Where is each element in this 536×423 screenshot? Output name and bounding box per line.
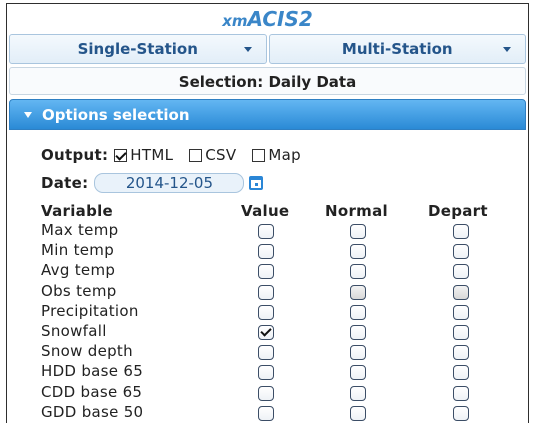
header-normal: Normal <box>325 202 388 220</box>
single-station-menu[interactable]: Single-Station <box>9 34 267 64</box>
header-value: Value <box>241 202 290 220</box>
triangle-down-icon <box>24 111 32 118</box>
options-header-label: Options selection <box>42 106 190 124</box>
table-row: Obs temp <box>41 282 528 302</box>
csv-checkbox[interactable] <box>189 148 203 162</box>
normal-checkbox[interactable] <box>350 224 366 239</box>
output-option-html: HTML <box>114 146 173 164</box>
header-depart: Depart <box>428 202 488 220</box>
table-row: Snowfall <box>41 322 528 342</box>
map-label: Map <box>268 146 301 164</box>
variable-name: HDD base 65 <box>41 362 144 381</box>
table-row: CDD base 65 <box>41 383 528 403</box>
variable-table: Variable Value Normal Depart Max temp Min… <box>41 202 528 423</box>
depart-checkbox[interactable] <box>453 264 469 280</box>
output-label: Output: <box>41 146 109 164</box>
depart-checkbox[interactable] <box>453 284 469 300</box>
variable-name: Avg temp <box>41 261 116 280</box>
value-checkbox[interactable] <box>258 224 274 239</box>
chevron-down-icon <box>243 47 252 52</box>
depart-checkbox[interactable] <box>453 365 469 381</box>
depart-checkbox[interactable] <box>453 244 469 260</box>
map-checkbox[interactable] <box>252 148 266 162</box>
variable-name: CDD base 65 <box>41 382 143 401</box>
table-row: HDD base 65 <box>41 362 528 382</box>
value-checkbox[interactable] <box>258 345 274 361</box>
normal-checkbox[interactable] <box>350 324 366 340</box>
value-checkbox[interactable] <box>258 264 274 280</box>
options-panel: Output: HTML CSV Map Date: Variable Valu… <box>7 130 528 423</box>
normal-checkbox[interactable] <box>350 405 366 421</box>
value-checkbox[interactable] <box>258 324 274 340</box>
app-title-main: ACIS2 <box>247 7 313 31</box>
variable-name: GDD base 50 <box>41 402 144 421</box>
single-station-label: Single-Station <box>77 40 198 58</box>
value-checkbox[interactable] <box>258 365 274 381</box>
normal-checkbox[interactable] <box>350 244 366 260</box>
variable-name: Precipitation <box>41 301 139 320</box>
variable-name: Obs temp <box>41 281 117 300</box>
depart-checkbox[interactable] <box>453 324 469 340</box>
calendar-icon[interactable] <box>249 176 264 190</box>
table-header-row: Variable Value Normal Depart <box>41 202 528 221</box>
depart-checkbox[interactable] <box>453 304 469 320</box>
normal-checkbox[interactable] <box>350 304 366 320</box>
station-nav: Single-Station Multi-Station <box>9 34 526 64</box>
value-checkbox[interactable] <box>258 304 274 320</box>
selection-label: Selection: Daily Data <box>9 67 526 95</box>
app-title-prefix: xm <box>222 12 248 30</box>
depart-checkbox[interactable] <box>453 405 469 421</box>
html-label: HTML <box>130 146 174 164</box>
normal-checkbox[interactable] <box>350 264 366 280</box>
normal-checkbox[interactable] <box>350 385 366 401</box>
date-row: Date: <box>41 170 528 196</box>
value-checkbox[interactable] <box>258 284 274 300</box>
multi-station-menu[interactable]: Multi-Station <box>268 34 526 64</box>
normal-checkbox[interactable] <box>350 365 366 381</box>
table-row: Snow depth <box>41 342 528 362</box>
depart-checkbox[interactable] <box>453 224 469 239</box>
variable-name: Min temp <box>41 241 115 260</box>
table-row: Avg temp <box>41 261 528 281</box>
variable-name: Snow depth <box>41 342 133 361</box>
html-checkbox[interactable] <box>114 148 128 162</box>
header-variable: Variable <box>41 202 114 220</box>
depart-checkbox[interactable] <box>453 385 469 401</box>
table-row: GDD base 50 <box>41 403 528 423</box>
value-checkbox[interactable] <box>258 405 274 421</box>
variable-name: Max temp <box>41 221 119 239</box>
app-frame: xmACIS2 Single-Station Multi-Station Sel… <box>6 3 529 423</box>
value-checkbox[interactable] <box>258 385 274 401</box>
value-checkbox[interactable] <box>258 244 274 260</box>
date-input[interactable] <box>94 173 245 193</box>
depart-checkbox[interactable] <box>453 345 469 361</box>
multi-station-label: Multi-Station <box>341 40 453 58</box>
variable-name: Snowfall <box>41 321 107 340</box>
csv-label: CSV <box>205 146 237 164</box>
normal-checkbox[interactable] <box>350 284 366 300</box>
date-label: Date: <box>41 174 89 192</box>
table-row: Max temp <box>41 221 528 241</box>
output-option-map: Map <box>252 146 301 164</box>
normal-checkbox[interactable] <box>350 345 366 361</box>
options-selection-header[interactable]: Options selection <box>9 99 526 130</box>
table-row: Precipitation <box>41 302 528 322</box>
output-row: Output: HTML CSV Map <box>41 144 528 166</box>
chevron-down-icon <box>503 47 511 52</box>
table-row: Min temp <box>41 241 528 261</box>
app-title: xmACIS2 <box>7 4 528 34</box>
output-option-csv: CSV <box>189 146 236 164</box>
